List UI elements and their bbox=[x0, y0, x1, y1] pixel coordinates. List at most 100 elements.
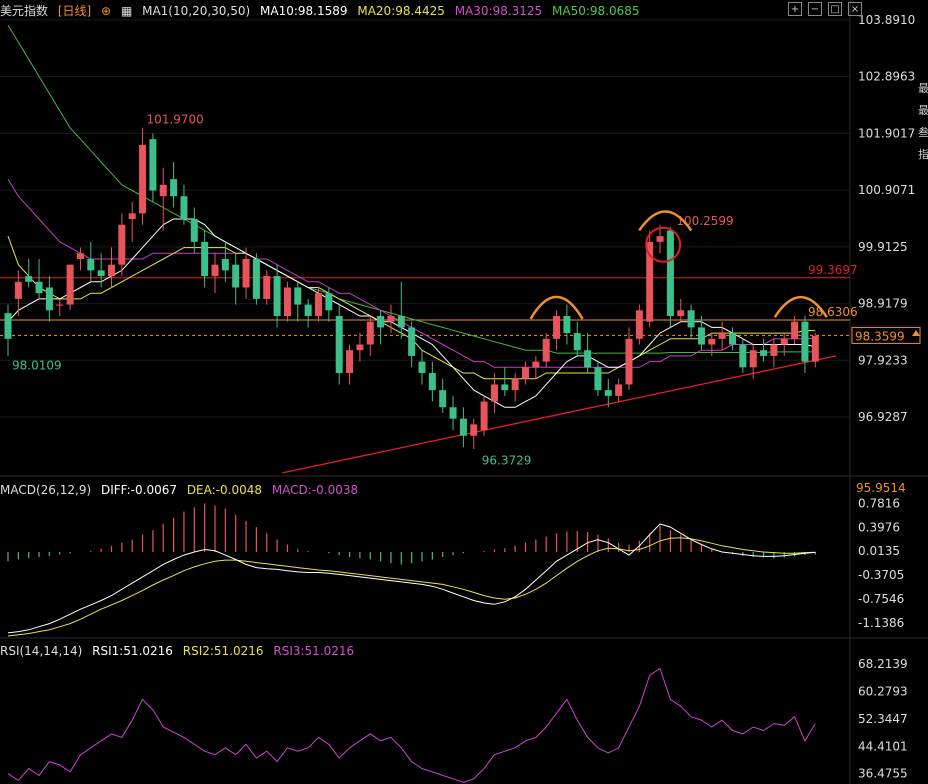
candle bbox=[4, 304, 12, 356]
candle-body bbox=[211, 264, 219, 277]
candle bbox=[211, 253, 219, 294]
candlesticks[interactable] bbox=[4, 127, 819, 449]
candle bbox=[729, 327, 736, 351]
candle-body bbox=[522, 367, 529, 379]
candle bbox=[718, 321, 726, 351]
candle-body bbox=[770, 344, 778, 356]
candle bbox=[501, 367, 509, 396]
rsi-line bbox=[7, 667, 816, 783]
macd-tick-label: -1.1386 bbox=[858, 616, 904, 630]
side-char: 叁 bbox=[918, 126, 928, 139]
macd-tick-label: 0.0135 bbox=[858, 544, 900, 558]
rsi-tick-label: 68.2139 bbox=[858, 657, 908, 671]
candle-body bbox=[397, 316, 405, 328]
candle-body bbox=[66, 264, 74, 305]
macd-dea-value: DEA:-0.0048 bbox=[186, 483, 262, 497]
last-price-label: 98.3599 bbox=[855, 329, 905, 343]
candle-body bbox=[56, 304, 64, 306]
candle bbox=[76, 247, 84, 271]
candle bbox=[625, 327, 633, 391]
candle-body bbox=[480, 401, 488, 431]
candle bbox=[170, 162, 178, 208]
candle bbox=[377, 310, 385, 345]
rsi-tick-label: 60.2793 bbox=[858, 685, 908, 699]
candle-body bbox=[459, 418, 467, 436]
candle-body bbox=[470, 424, 478, 436]
candle bbox=[35, 258, 43, 299]
candle-body bbox=[366, 321, 374, 345]
side-panel-edge: 最 最 叁 指 bbox=[918, 80, 928, 168]
chart-type-icon[interactable]: ▦ bbox=[121, 4, 132, 18]
macd-panel-header: MACD(26,12,9) DIFF:-0.0067 DEA:-0.0048 M… bbox=[0, 481, 850, 499]
side-char: 指 bbox=[918, 148, 928, 161]
settings-icon[interactable]: ⊕ bbox=[101, 4, 111, 18]
candle bbox=[128, 201, 136, 242]
candle-body bbox=[739, 344, 747, 368]
candle bbox=[180, 184, 188, 225]
minimize-icon[interactable]: − bbox=[808, 2, 822, 16]
candle-body bbox=[45, 287, 53, 311]
candle bbox=[315, 287, 322, 322]
chart-annotations: 101.970098.010996.3729100.2599 bbox=[12, 112, 828, 468]
candle bbox=[418, 350, 426, 385]
candle bbox=[45, 276, 53, 322]
candle bbox=[532, 355, 540, 379]
candle-body bbox=[356, 344, 364, 351]
candle-body bbox=[242, 258, 250, 288]
candle bbox=[739, 338, 747, 374]
candle-body bbox=[190, 219, 198, 242]
rsi-panel: 68.2139 60.2793 52.3447 44.4101 36.4755 bbox=[7, 657, 908, 783]
candle bbox=[449, 395, 457, 431]
candle-body bbox=[729, 333, 736, 345]
candle bbox=[428, 361, 436, 402]
candle-body bbox=[232, 264, 240, 288]
candle bbox=[522, 361, 529, 385]
candle-body bbox=[677, 310, 685, 316]
candle-body bbox=[304, 304, 312, 316]
candle bbox=[594, 361, 602, 396]
candle bbox=[201, 230, 209, 288]
period-label[interactable]: [日线] bbox=[58, 4, 91, 18]
support-label: 98.6306 bbox=[808, 305, 858, 319]
close-icon[interactable]: × bbox=[848, 2, 862, 16]
candle-body bbox=[749, 350, 757, 368]
candle bbox=[687, 304, 695, 339]
candle-body bbox=[201, 241, 209, 277]
candle-body bbox=[511, 378, 519, 391]
candle-body bbox=[221, 258, 229, 271]
candle-body bbox=[387, 316, 395, 322]
candle-body bbox=[377, 316, 385, 328]
expand-icon[interactable]: + bbox=[788, 2, 802, 16]
candle bbox=[294, 281, 302, 322]
candle-body bbox=[263, 276, 271, 299]
chart-canvas[interactable]: 103.8910102.8963101.9017100.907199.91259… bbox=[0, 0, 928, 784]
macd-diff-line bbox=[7, 523, 816, 634]
candle-body bbox=[594, 367, 602, 391]
ma10-value: MA10:98.1589 bbox=[260, 4, 348, 18]
candle-body bbox=[325, 293, 333, 311]
candle bbox=[646, 230, 654, 328]
symbol-title: 美元指数 bbox=[0, 4, 49, 18]
candle-body bbox=[149, 139, 157, 191]
candle-body bbox=[718, 333, 726, 339]
candle-body bbox=[490, 384, 498, 402]
restore-icon[interactable]: □ bbox=[828, 2, 842, 16]
candle-body bbox=[76, 253, 84, 259]
candle-body bbox=[563, 316, 571, 334]
candle-body bbox=[501, 384, 509, 391]
rsi-tick-label: 52.3447 bbox=[858, 712, 908, 726]
candle bbox=[480, 395, 488, 436]
candle-body bbox=[697, 327, 705, 345]
candle-body bbox=[439, 390, 447, 408]
candle bbox=[159, 167, 167, 231]
candle bbox=[356, 333, 364, 362]
candle-body bbox=[118, 224, 126, 265]
candle-body bbox=[159, 184, 167, 197]
price-tick-label: 102.8963 bbox=[858, 70, 915, 84]
candle-body bbox=[180, 196, 188, 220]
candle bbox=[87, 241, 95, 282]
candle-body bbox=[687, 310, 695, 328]
price-panel-header: 美元指数 [日线] ⊕ ▦ MA1(10,20,30,50) MA10:98.1… bbox=[0, 2, 850, 20]
grid-lines bbox=[0, 0, 928, 784]
candle bbox=[139, 127, 147, 225]
